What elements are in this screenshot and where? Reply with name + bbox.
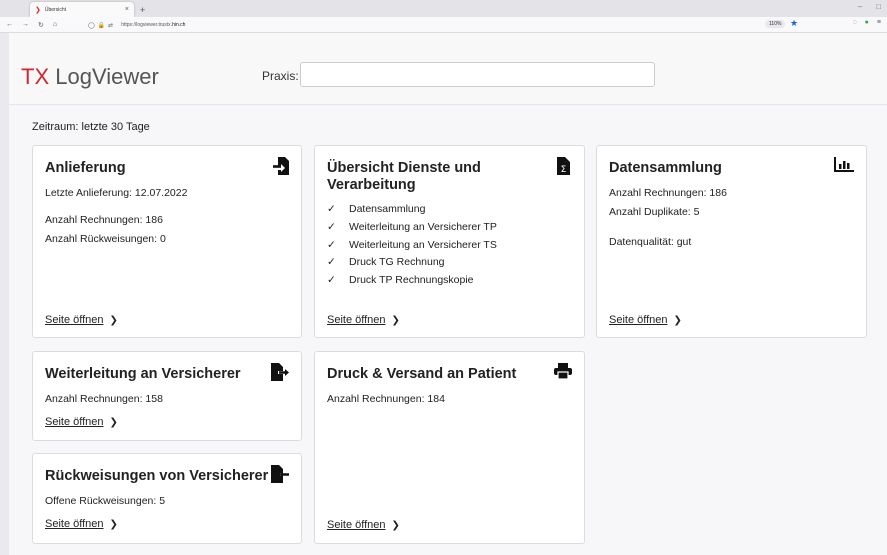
data-quality: Datenqualität: gut <box>609 236 692 248</box>
chevron-right-icon: ❯ <box>391 314 400 326</box>
card-dienste: Übersicht Dienste und Verarbeitung Σ ✓ Dat… <box>314 145 585 338</box>
open-page-link[interactable]: Seite öffnen ❯ <box>327 519 400 531</box>
card-weiterleitung: Weiterleitung an Versicherer Anzahl Rech… <box>32 351 302 441</box>
check-icon: ✓ <box>327 203 336 215</box>
list-item: ✓ Weiterleitung an Versicherer TP <box>327 221 497 239</box>
check-icon: ✓ <box>327 238 336 251</box>
card-title: Übersicht Dienste und Verarbeitung <box>327 160 481 193</box>
card-title: Rückweisungen von Versicherer <box>45 468 269 484</box>
file-invoice-icon: Σ <box>557 157 570 180</box>
bookmark-star-icon[interactable]: ★ <box>790 18 798 29</box>
forward-arrow-icon[interactable]: → <box>22 21 29 29</box>
open-page-link[interactable]: Seite öffnen ❯ <box>609 314 682 326</box>
card-rueckweisungen: Rückweisungen von Versicherer Offene Rüc… <box>32 453 302 544</box>
list-item: ✓ Druck TP Rechnungskopie <box>327 274 497 292</box>
extensions-area: ◌ ● ≡ <box>853 19 882 26</box>
open-page-link[interactable]: Seite öffnen ❯ <box>45 416 118 428</box>
open-rejections: Offene Rückweisungen: 5 <box>45 495 166 507</box>
invoice-count: Anzahl Rechnungen: 186 <box>609 187 727 199</box>
list-item: ✓ Datensammlung <box>327 203 497 221</box>
duplicate-count: Anzahl Duplikate: 5 <box>609 206 700 218</box>
bar-chart-icon <box>834 157 854 178</box>
list-item: ✓ Weiterleitung an Versicherer TS <box>327 239 497 257</box>
list-item: ✓ Druck TG Rechnung <box>327 256 497 274</box>
page-content: TX LogViewer Praxis: Zeitraum: letzte 30… <box>9 33 887 555</box>
url-bar[interactable]: ◯🔒⇄ https://logviewer.trustx. hin.ch <box>88 19 808 31</box>
tab-close-icon[interactable]: × <box>125 6 129 13</box>
tab-title: Übersicht <box>44 6 66 13</box>
extension-icon[interactable]: ● <box>865 19 869 26</box>
home-icon[interactable]: ⌂ <box>53 21 57 29</box>
invoice-count: Anzahl Rechnungen: 158 <box>45 393 163 405</box>
reload-icon[interactable]: ↻ <box>38 21 44 29</box>
card-title: Anlieferung <box>45 160 126 176</box>
open-page-link[interactable]: Seite öffnen ❯ <box>45 518 118 530</box>
card-title: Weiterleitung an Versicherer <box>45 366 241 382</box>
open-page-link[interactable]: Seite öffnen ❯ <box>327 314 400 326</box>
card-title: Datensammlung <box>609 160 722 176</box>
menu-icon[interactable]: ≡ <box>877 19 881 26</box>
chevron-right-icon: ❯ <box>673 314 682 326</box>
card-title: Druck & Versand an Patient <box>327 366 517 382</box>
check-icon: ✓ <box>327 256 336 269</box>
open-page-link[interactable]: Seite öffnen ❯ <box>45 314 118 326</box>
minimize-button[interactable]: – <box>858 2 862 11</box>
invoice-count: Anzahl Rechnungen: 184 <box>327 393 445 405</box>
praxis-input[interactable] <box>300 62 655 87</box>
check-icon: ✓ <box>327 220 336 233</box>
card-datensammlung: Datensammlung Anzahl Rechnungen: 186 Anz… <box>596 145 867 338</box>
check-icon: ✓ <box>327 274 336 287</box>
card-druck: Druck & Versand an Patient Anzahl Rechnu… <box>314 351 585 544</box>
chevron-right-icon: ❯ <box>109 314 118 326</box>
url-prefix: https://logviewer.trustx. <box>121 22 173 28</box>
url-host: hin.ch <box>172 22 186 28</box>
tab-favicon-icon: ❯ <box>35 6 41 14</box>
last-delivery: Letzte Anlieferung: 12.07.2022 <box>45 187 188 199</box>
svg-text:Σ: Σ <box>561 165 567 175</box>
shield-icon[interactable]: ◌ <box>853 19 857 26</box>
file-return-icon <box>271 465 289 488</box>
browser-titlebar: ❯ Übersicht × + – □ <box>0 0 887 17</box>
maximize-button[interactable]: □ <box>876 2 881 11</box>
rejection-count: Anzahl Rückweisungen: 0 <box>45 233 166 245</box>
card-anlieferung: Anlieferung Letzte Anlieferung: 12.07.20… <box>32 145 302 338</box>
security-icons: ◯🔒⇄ <box>88 22 117 29</box>
zoom-level[interactable]: 110% <box>765 20 786 28</box>
window-controls: – □ <box>858 2 881 11</box>
file-export-icon <box>271 363 289 386</box>
zeitraum-label: Zeitraum: letzte 30 Tage <box>32 121 150 133</box>
praxis-label: Praxis: <box>262 69 299 83</box>
printer-icon <box>554 363 572 384</box>
browser-navbar: ← → ↻ ⌂ ◯🔒⇄ https://logviewer.trustx. hin… <box>0 17 887 33</box>
chevron-right-icon: ❯ <box>109 518 118 530</box>
invoice-count: Anzahl Rechnungen: 186 <box>45 214 163 226</box>
file-import-icon <box>273 157 289 180</box>
browser-tab[interactable]: ❯ Übersicht × <box>30 2 134 17</box>
app-header: TX LogViewer Praxis: <box>9 33 887 105</box>
service-list: ✓ Datensammlung ✓ Weiterleitung an Versich… <box>327 203 497 292</box>
chevron-right-icon: ❯ <box>391 519 400 531</box>
new-tab-button[interactable]: + <box>140 5 145 15</box>
app-logo[interactable]: TX LogViewer <box>21 64 159 90</box>
chevron-right-icon: ❯ <box>109 416 118 428</box>
back-arrow-icon[interactable]: ← <box>6 21 13 29</box>
